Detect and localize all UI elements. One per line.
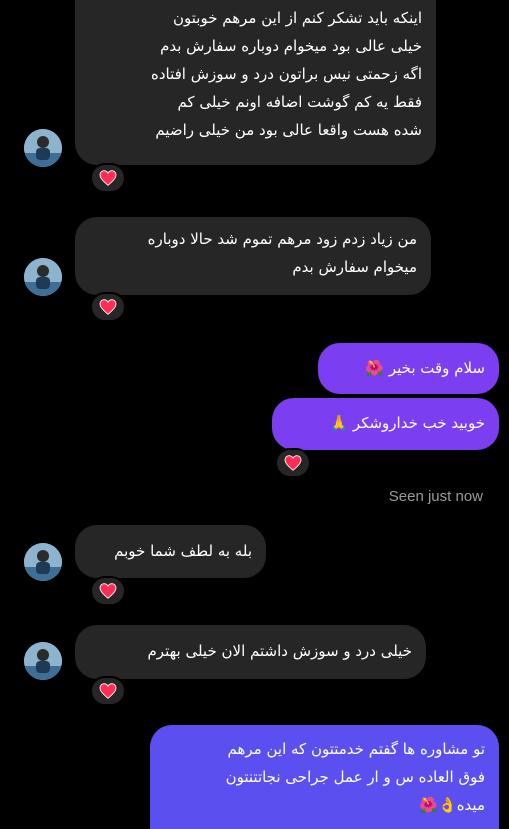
message-text: من زیاد زدم زود مرهم تموم شد حالا دوباره [147, 230, 417, 248]
avatar[interactable] [24, 543, 62, 581]
message-text: میده👌🌺 [419, 796, 485, 814]
message-text: تو مشاوره ها گفتم خدمتتون که این مرهم [227, 740, 486, 758]
user-avatar-icon [24, 129, 62, 167]
message-text: اگه زحمتی نیس براتون درد و سوزش افتاده [150, 65, 422, 83]
heart-icon [99, 683, 117, 699]
message-bubble-incoming[interactable]: خیلی درد و سوزش داشتم الان خیلی بهترم [75, 625, 426, 679]
avatar[interactable] [24, 129, 62, 167]
message-text: خیلی عالی بود میخوام دوباره سفارش بدم [160, 37, 422, 55]
reaction-badge[interactable] [275, 448, 311, 478]
message-bubble-outgoing[interactable]: تو مشاوره ها گفتم خدمتتون که این مرهم فو… [150, 725, 499, 829]
message-text: خیلی درد و سوزش داشتم الان خیلی بهترم [147, 642, 412, 660]
user-avatar-icon [24, 642, 62, 680]
avatar[interactable] [24, 642, 62, 680]
user-avatar-icon [24, 543, 62, 581]
avatar[interactable] [24, 258, 62, 296]
heart-icon [284, 455, 302, 471]
heart-icon [99, 583, 117, 599]
seen-status: Seen just now [388, 488, 483, 505]
user-avatar-icon [24, 258, 62, 296]
reaction-badge[interactable] [90, 576, 126, 606]
message-text: بله به لطف شما خوبم [114, 542, 252, 560]
message-bubble-incoming[interactable]: بله به لطف شما خوبم [75, 525, 266, 578]
message-text: سلام وقت بخیر 🌺 [365, 359, 485, 377]
message-bubble-incoming[interactable]: اینکه باید تشکر کنم از این مرهم خوبتون خ… [75, 0, 436, 165]
heart-icon [99, 170, 117, 186]
message-bubble-outgoing[interactable]: سلام وقت بخیر 🌺 [318, 343, 499, 394]
message-bubble-incoming[interactable]: من زیاد زدم زود مرهم تموم شد حالا دوباره… [75, 217, 431, 295]
reaction-badge[interactable] [90, 676, 126, 706]
message-text: شده هست واقعا عالی بود من خیلی راضیم [155, 121, 422, 139]
message-text: اینکه باید تشکر کنم از این مرهم خوبتون [173, 9, 422, 27]
message-text: میخوام سفارش بدم [292, 258, 417, 276]
message-text: فقط یه کم گوشت اضافه اونم خیلی کم [177, 93, 422, 111]
message-bubble-outgoing[interactable]: خوبید خب خداروشکر 🙏 [272, 398, 499, 450]
message-text: فوق العاده س و ار عمل جراحی نجاتتنتون [225, 768, 485, 786]
message-text: خوبید خب خداروشکر 🙏 [329, 414, 485, 432]
heart-icon [99, 299, 117, 315]
reaction-badge[interactable] [90, 292, 126, 322]
reaction-badge[interactable] [90, 163, 126, 193]
